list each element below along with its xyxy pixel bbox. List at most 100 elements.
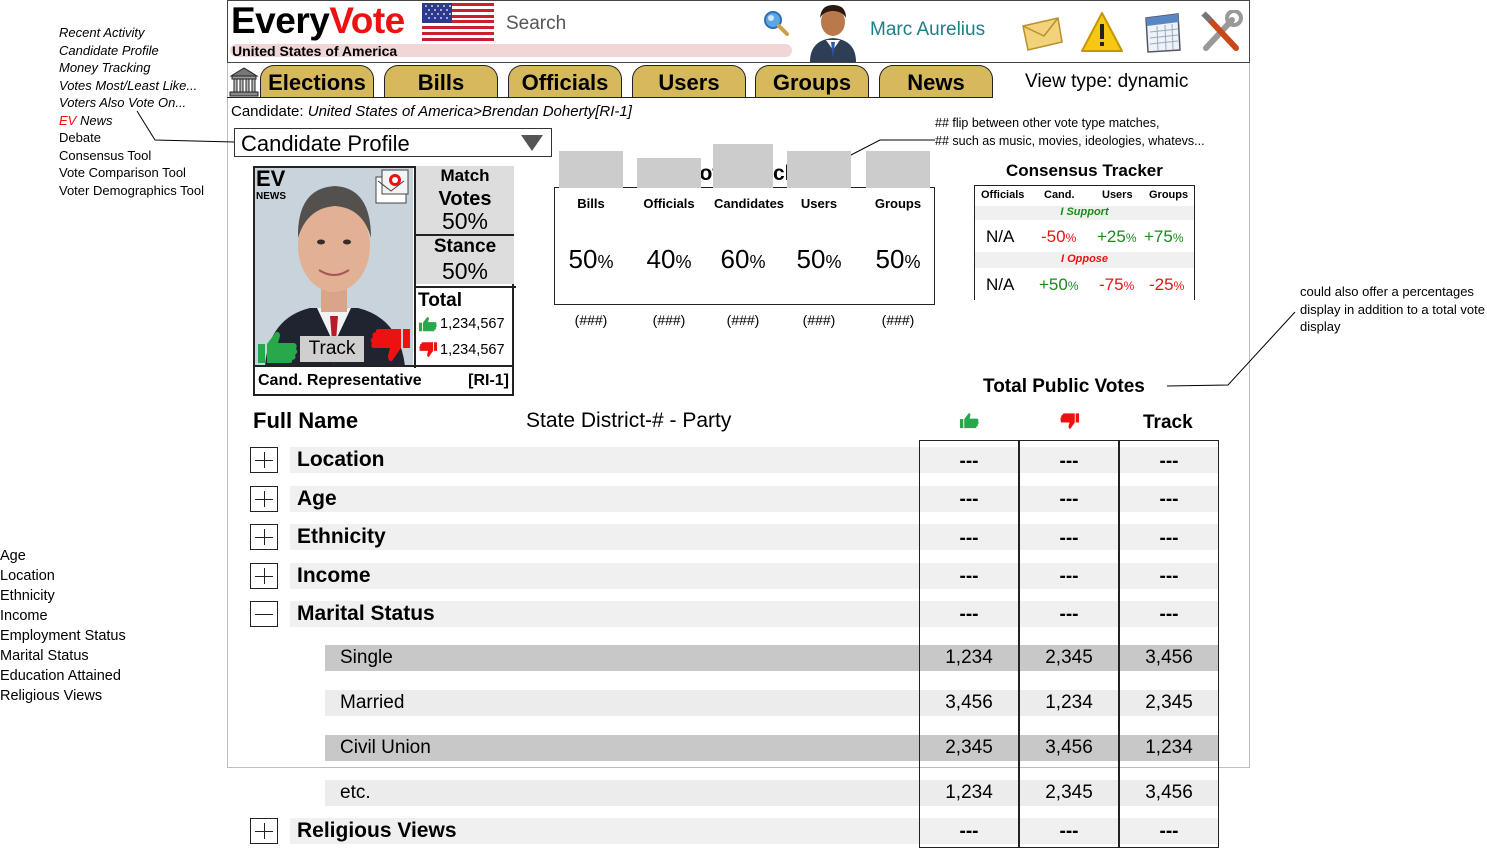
vm-pct: 50% [866, 244, 930, 275]
left-nav-item[interactable]: Voter Demographics Tool [59, 182, 204, 200]
breadcrumb-path[interactable]: United States of America>Brendan Doherty… [308, 103, 632, 120]
public-votes-title: Total Public Votes [983, 376, 1145, 397]
contact-card-icon[interactable] [375, 169, 411, 205]
demographic-item: Ethnicity [0, 588, 55, 604]
thumbs-up-vote-button[interactable] [256, 330, 300, 364]
note-flip: ## flip between other vote type matches,… [935, 114, 1205, 150]
subrow-label: Civil Union [340, 737, 431, 758]
col-full-name[interactable]: Full Name [253, 408, 358, 434]
subrow-label: etc. [340, 782, 371, 803]
country-label[interactable]: United States of America [232, 43, 397, 59]
tab-groups[interactable]: Groups [755, 65, 869, 98]
warning-icon[interactable] [1080, 10, 1124, 54]
vm-col-label: Users [800, 196, 838, 211]
capitol-icon[interactable] [229, 66, 259, 97]
thumbs-up-small-icon [418, 317, 437, 332]
demographic-item: Age [0, 548, 26, 564]
left-nav-item[interactable]: Voters Also Vote On... [59, 94, 204, 112]
news-suffix: News [76, 112, 113, 128]
vm-pct: 40% [637, 244, 701, 275]
settings-tools-icon[interactable] [1198, 10, 1244, 56]
vm-pct-sign: % [904, 252, 921, 272]
vm-bar [866, 151, 930, 188]
row-track: --- [1159, 528, 1179, 549]
row-up: --- [959, 566, 979, 587]
left-nav-item[interactable]: Debate [59, 129, 204, 147]
left-nav-item[interactable]: Money Tracking [59, 59, 204, 77]
row-down: --- [1059, 604, 1079, 625]
tab-users[interactable]: Users [632, 65, 746, 98]
track-button[interactable]: Track [300, 336, 364, 362]
user-name[interactable]: Marc Aurelius [870, 19, 985, 41]
row-up: --- [959, 451, 979, 472]
mail-icon[interactable] [1020, 14, 1064, 54]
us-flag-icon[interactable] [422, 3, 494, 41]
stance-pct: 50% [441, 258, 489, 284]
news-badge-label: NEWS [256, 191, 286, 202]
candidate-role: Cand. Representative [258, 372, 422, 389]
left-nav-item[interactable]: Candidate Profile [59, 42, 204, 60]
search-placeholder[interactable]: Search [506, 13, 566, 35]
thumbs-up-column-icon[interactable] [959, 410, 980, 431]
expand-location-button[interactable] [250, 447, 278, 473]
row-track: --- [1159, 566, 1179, 587]
calendar-icon[interactable] [1140, 10, 1184, 54]
expand-religious-views-button[interactable] [250, 818, 278, 844]
candidate-district: [RI-1] [468, 372, 509, 389]
view-select-dropdown[interactable]: Candidate Profile [234, 128, 552, 157]
row-label: Religious Views [297, 819, 457, 842]
col-district[interactable]: State District-# - Party [526, 409, 731, 433]
left-nav-item[interactable]: Vote Comparison Tool [59, 164, 204, 182]
subrow-down: 1,234 [1045, 692, 1093, 713]
vm-pct-num: 50 [568, 244, 598, 274]
tab-officials[interactable]: Officials [508, 65, 622, 98]
ct-cell: -75% [1099, 275, 1134, 295]
row-up: --- [959, 528, 979, 549]
left-nav-item[interactable]: Votes Most/Least Like... [59, 77, 204, 95]
tab-bills[interactable]: Bills [384, 65, 498, 98]
logo[interactable]: EveryVote [231, 0, 405, 42]
ev-prefix: EV [59, 112, 77, 128]
collapse-marital-status-button[interactable] [250, 601, 278, 627]
ev-news-badge[interactable]: EV [256, 168, 285, 190]
ct-oppose-label: I Oppose [1060, 253, 1109, 265]
demographic-item: Marital Status [0, 648, 89, 664]
vm-count: (###) [652, 312, 686, 328]
view-type-label[interactable]: View type: dynamic [1025, 71, 1188, 93]
row-track: --- [1159, 451, 1179, 472]
row-label: Marital Status [297, 602, 435, 625]
left-nav-item[interactable]: Consensus Tool [59, 147, 204, 165]
ct-num: +25 [1097, 227, 1126, 246]
row-track: --- [1159, 821, 1179, 842]
ct-support-label: I Support [1060, 206, 1109, 218]
consensus-title: Consensus Tracker [1006, 161, 1163, 180]
total-down-count: 1,234,567 [440, 342, 505, 358]
demographic-item: Employment Status [0, 628, 126, 644]
search-icon[interactable] [760, 8, 790, 38]
row-up: --- [959, 604, 979, 625]
note-line: ## flip between other vote type matches, [935, 116, 1160, 130]
demographic-item: Income [0, 608, 48, 624]
subrow-track: 2,345 [1145, 692, 1193, 713]
expand-age-button[interactable] [250, 486, 278, 512]
vm-pct-sign: % [749, 252, 766, 272]
subrow-up: 1,234 [945, 782, 993, 803]
ct-header: Officials [981, 189, 1025, 201]
row-up: --- [959, 489, 979, 510]
thumbs-down-column-icon[interactable] [1059, 411, 1080, 432]
tab-elections[interactable]: Elections [260, 65, 374, 98]
subrow-down: 2,345 [1045, 782, 1093, 803]
expand-income-button[interactable] [250, 563, 278, 589]
user-avatar-icon[interactable] [806, 2, 860, 62]
demographic-item: Education Attained [0, 668, 121, 684]
ev-badge-e: EV [256, 166, 286, 191]
left-nav-item-ev-news[interactable]: EV News [59, 112, 204, 130]
row-down: --- [1059, 451, 1079, 472]
thumbs-down-vote-button[interactable] [368, 327, 412, 365]
vm-pct-num: 60 [720, 244, 750, 274]
tab-news[interactable]: News [879, 65, 993, 98]
expand-ethnicity-button[interactable] [250, 524, 278, 550]
votes-stat: Votes 50% [416, 188, 514, 236]
col-track[interactable]: Track [1143, 412, 1193, 434]
left-nav-item[interactable]: Recent Activity [59, 24, 204, 42]
